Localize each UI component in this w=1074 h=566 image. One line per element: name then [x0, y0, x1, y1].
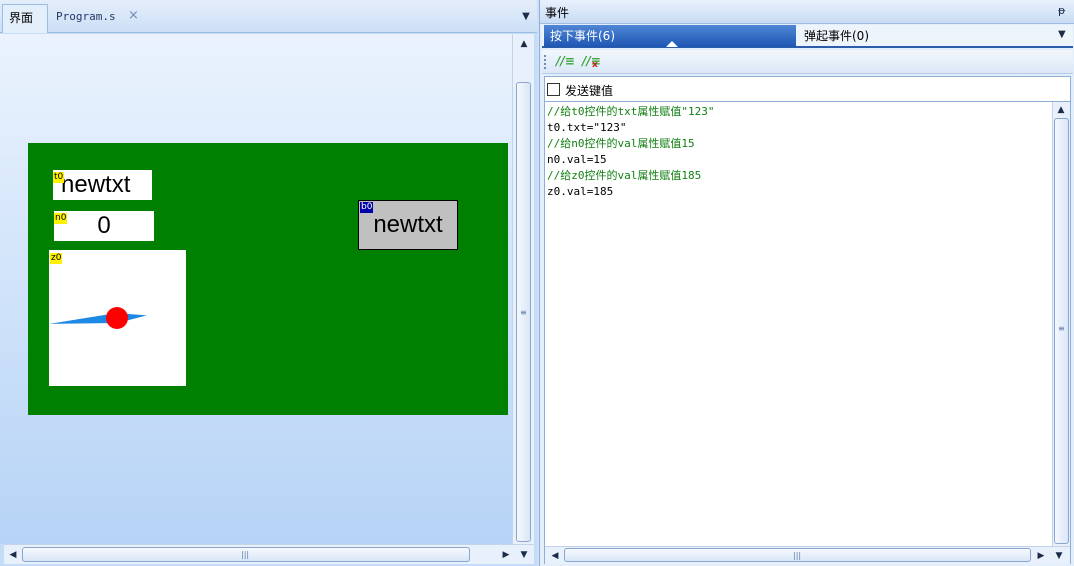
code-lines[interactable]: //给t0控件的txt属性赋值"123" t0.txt="123"//给n0控件的… [547, 104, 1047, 200]
design-pane: 界面 Program.s × ▼ t0 newtxt n0 0 z0 b0 ne… [0, 0, 537, 566]
code-toolbar: //≡ //≡ x [542, 50, 1073, 74]
scroll-down-icon[interactable]: ▼ [516, 547, 532, 563]
remove-mark-icon: x [592, 60, 598, 70]
tab-label: 按下事件(6) [550, 29, 615, 43]
code-statement-line[interactable]: z0.val=185 [547, 184, 1047, 200]
scroll-up-icon[interactable]: ▲ [516, 36, 532, 52]
text-widget-t0[interactable]: t0 newtxt [53, 170, 152, 200]
pane-title: 事件 [545, 6, 570, 20]
widget-id-label: n0 [54, 213, 68, 224]
code-editor[interactable]: //给t0控件的txt属性赋值"123" t0.txt="123"//给n0控件的… [545, 101, 1070, 564]
button-widget-b0[interactable]: b0 newtxt [358, 200, 458, 250]
scroll-left-icon[interactable]: ◀ [547, 548, 563, 564]
code-comment-line[interactable]: //给z0控件的val属性赋值185 [547, 168, 1047, 184]
grip-icon: ||| [793, 551, 802, 560]
chevron-down-icon[interactable]: ▼ [1058, 29, 1066, 40]
scroll-thumb[interactable]: ||| [22, 547, 470, 562]
needle-icon [49, 313, 147, 324]
close-icon[interactable]: × [128, 8, 139, 23]
event-editor: 发送键值 //给t0控件的txt属性赋值"123" t0.txt="123"//给… [544, 76, 1071, 564]
gauge-needle [49, 307, 147, 329]
send-keys-label: 发送键值 [565, 84, 614, 98]
widget-id-label: b0 [360, 202, 374, 213]
scroll-right-icon[interactable]: ▶ [1033, 548, 1049, 564]
canvas-horizontal-scrollbar[interactable]: ◀ ||| ▶ ▼ [4, 544, 534, 564]
scroll-up-icon[interactable]: ▲ [1053, 102, 1069, 118]
scroll-thumb[interactable]: ≡ [516, 82, 531, 542]
tab-program-s[interactable]: Program.s [50, 4, 124, 33]
canvas-vertical-scrollbar[interactable]: ▲ ≡ [512, 34, 534, 544]
scroll-down-icon[interactable]: ▼ [1051, 548, 1067, 564]
code-statement-line[interactable]: n0.val=15 [547, 152, 1047, 168]
scroll-right-icon[interactable]: ▶ [498, 547, 514, 563]
code-comment-line[interactable]: //给n0控件的val属性赋值15 [547, 136, 1047, 152]
comment-lines-icon[interactable]: //≡ [556, 54, 575, 68]
scroll-thumb[interactable]: ≡ [1054, 118, 1069, 544]
pin-icon[interactable]: ᵽ [1058, 4, 1065, 17]
scroll-thumb[interactable]: ||| [564, 548, 1031, 562]
grip-icon: ≡ [1058, 324, 1065, 333]
code-horizontal-scrollbar[interactable]: ◀ ||| ▶ ▼ [545, 546, 1070, 564]
needle-hub [106, 307, 128, 329]
widget-id-label: t0 [53, 172, 65, 183]
button-widget-text: newtxt [373, 211, 443, 238]
code-vertical-scrollbar[interactable]: ▲ ≡ [1052, 102, 1070, 546]
events-pane-header: 事件 ᵽ [540, 0, 1074, 24]
event-tabbar: 按下事件(6) 弹起事件(0) ▼ [542, 25, 1073, 48]
scroll-left-icon[interactable]: ◀ [5, 547, 21, 563]
tab-press-event[interactable]: 按下事件(6) [544, 25, 796, 47]
code-statement-line[interactable]: t0.txt="123" [547, 120, 1047, 136]
tab-label: 弹起事件(0) [804, 29, 869, 43]
events-pane: 事件 ᵽ 按下事件(6) 弹起事件(0) ▼ //≡ //≡ x 发送键值 //… [539, 0, 1074, 566]
toolbar-grip[interactable] [544, 55, 547, 69]
number-widget-n0[interactable]: n0 0 [54, 211, 154, 241]
text-widget-value: newtxt [61, 171, 131, 198]
grip-icon: ≡ [520, 308, 527, 317]
tab-release-event[interactable]: 弹起事件(0) [798, 25, 1038, 47]
send-keys-checkbox[interactable] [547, 83, 560, 96]
code-comment-line[interactable]: //给t0控件的txt属性赋值"123" [547, 104, 1047, 120]
number-widget-value: 0 [97, 212, 111, 239]
tab-design[interactable]: 界面 [2, 4, 48, 33]
document-tabbar: 界面 Program.s × ▼ [0, 0, 537, 33]
hmi-screen[interactable]: t0 newtxt n0 0 z0 b0 newtxt [28, 143, 508, 415]
gauge-widget-z0[interactable]: z0 [49, 250, 186, 386]
grip-icon: ||| [241, 550, 250, 559]
design-canvas[interactable]: t0 newtxt n0 0 z0 b0 newtxt [0, 34, 512, 544]
active-tab-indicator [666, 41, 678, 47]
chevron-down-icon[interactable]: ▼ [518, 9, 534, 25]
